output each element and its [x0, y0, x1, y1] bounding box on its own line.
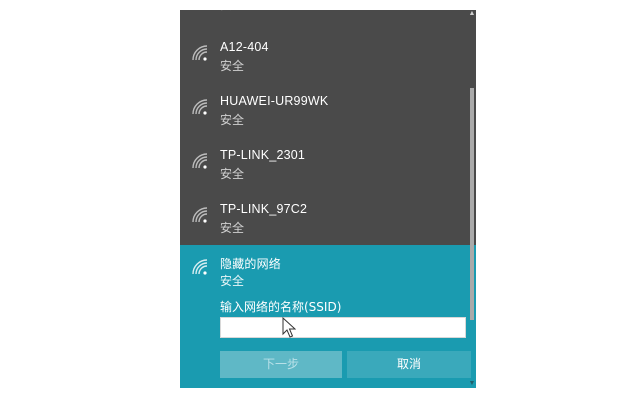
network-name: TP-LINK_97C2	[220, 202, 308, 216]
network-security-status: 安全	[220, 167, 245, 181]
network-name: A12-404	[220, 40, 269, 54]
network-security-status: 安全	[220, 59, 245, 73]
wifi-secured-icon	[191, 206, 211, 226]
next-button[interactable]: 下一步	[220, 351, 342, 378]
network-security-status: 安全	[220, 221, 245, 235]
ssid-input[interactable]	[220, 317, 466, 338]
hidden-network-panel[interactable]: 隐藏的网络 安全 输入网络的名称(SSID) 下一步 取消	[180, 245, 476, 388]
network-name: TP-LINK_2301	[220, 148, 306, 162]
wifi-secured-icon	[191, 152, 211, 172]
network-item-tp-link-97c2[interactable]: TP-LINK_97C2 安全	[180, 198, 468, 252]
network-item-a12-404[interactable]: A12-404 安全	[180, 36, 468, 90]
scroll-up-arrow-icon[interactable]: ▲	[468, 10, 476, 18]
network-security-status: 安全	[220, 113, 245, 127]
scroll-down-arrow-icon[interactable]: ▼	[468, 380, 476, 388]
network-security-status: 安全	[220, 10, 244, 13]
network-name: 隐藏的网络	[220, 257, 282, 271]
wifi-network-flyout: 安全 A12-404 安全 HUAWEI-UR99WK 安全	[180, 10, 476, 388]
wifi-secured-icon	[191, 44, 211, 64]
network-name: HUAWEI-UR99WK	[220, 94, 329, 108]
network-item-huawei-ur99wk[interactable]: HUAWEI-UR99WK 安全	[180, 90, 468, 144]
wifi-secured-icon	[191, 98, 211, 118]
mouse-cursor-icon	[282, 316, 297, 339]
network-security-status: 安全	[220, 274, 245, 288]
scrollbar[interactable]: ▲ ▼	[468, 10, 476, 388]
ssid-field-label: 输入网络的名称(SSID)	[220, 300, 342, 314]
cancel-button[interactable]: 取消	[347, 351, 471, 378]
wifi-secured-icon	[191, 258, 211, 278]
network-item-tp-link-2301[interactable]: TP-LINK_2301 安全	[180, 144, 468, 198]
scroll-thumb[interactable]	[470, 88, 474, 320]
